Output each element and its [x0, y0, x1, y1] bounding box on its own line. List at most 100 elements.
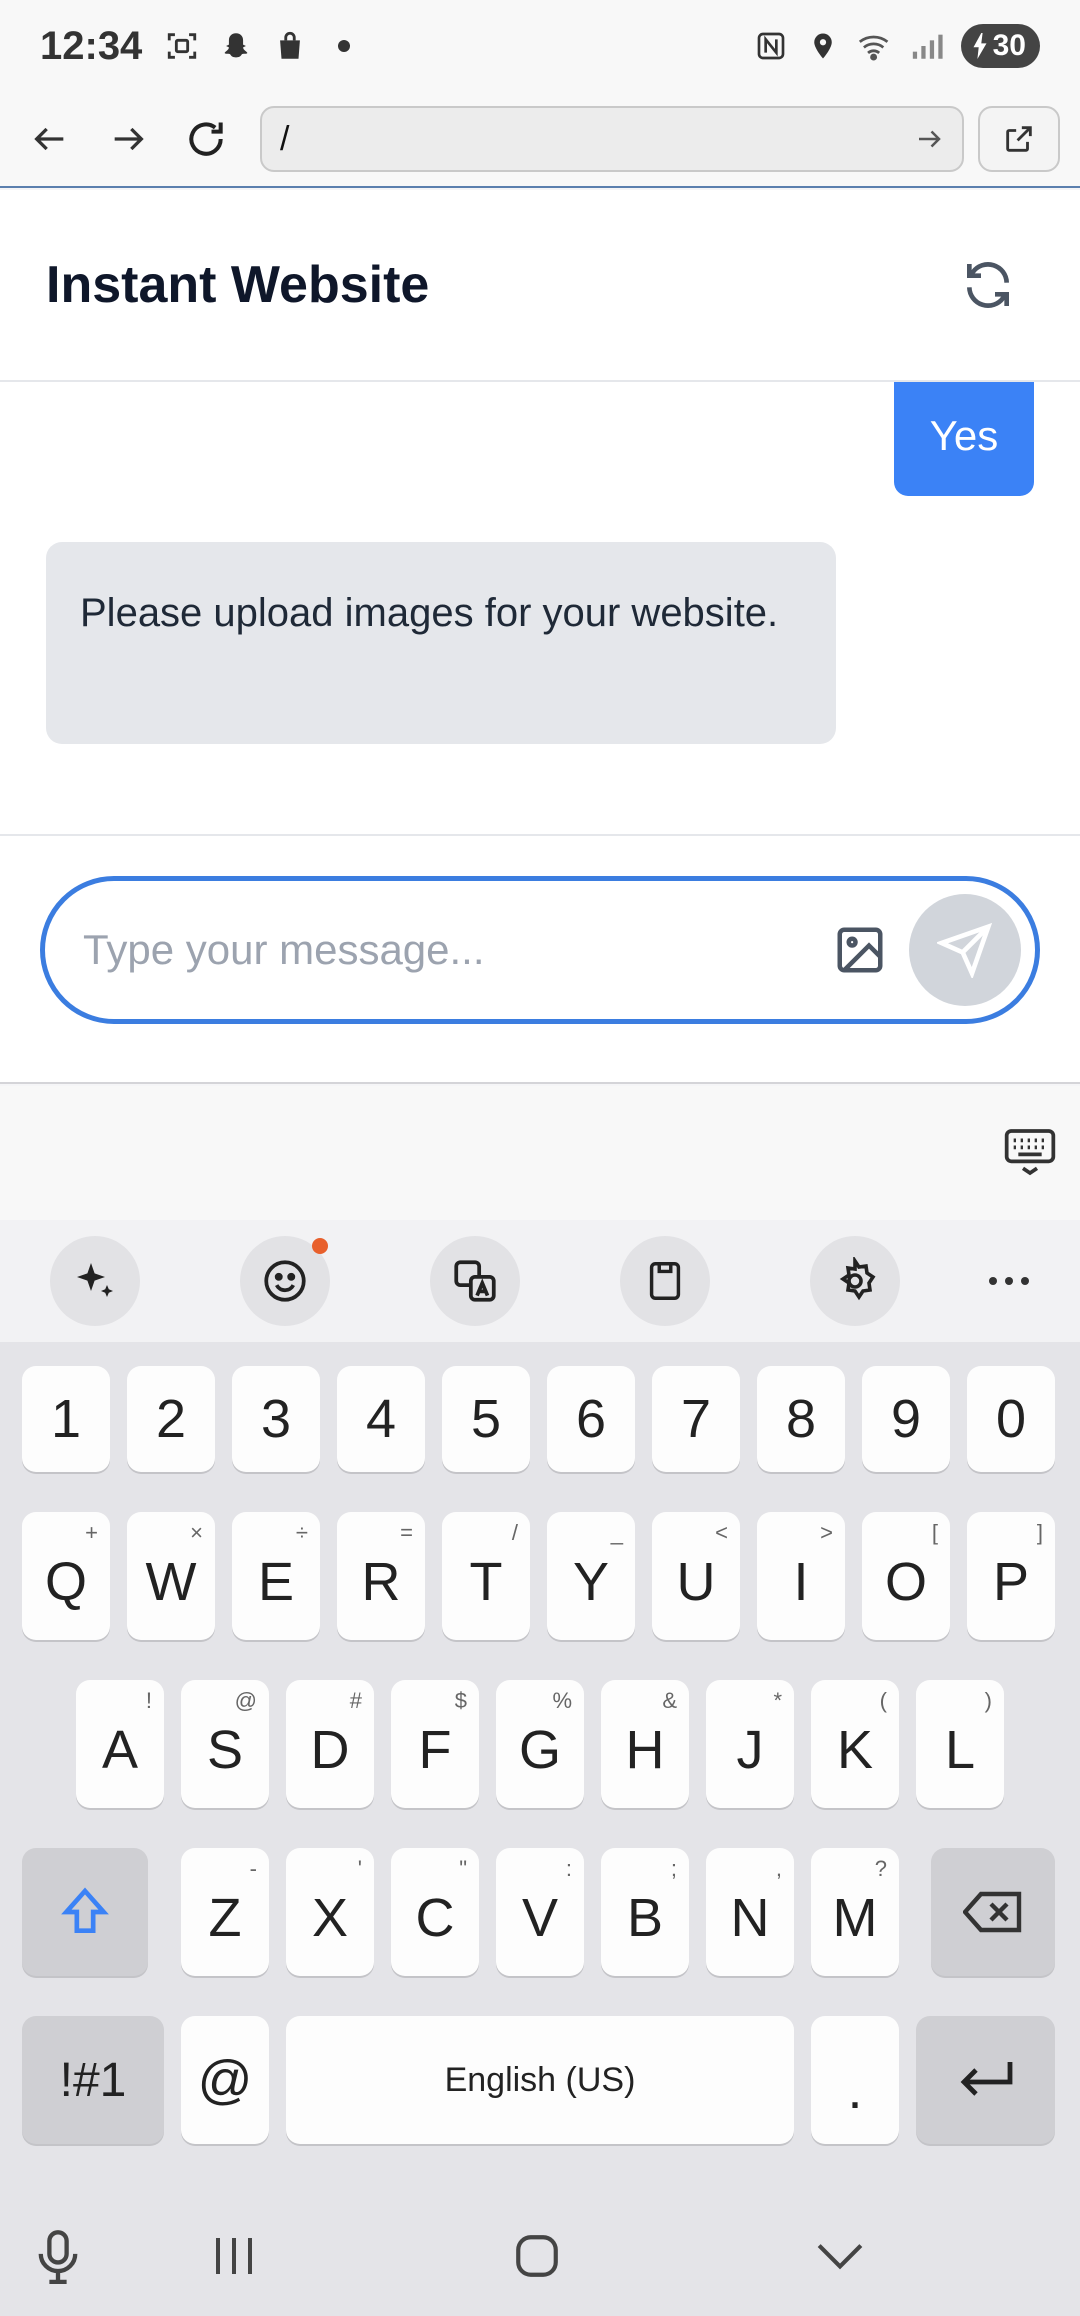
- key-j[interactable]: * J: [706, 1680, 794, 1808]
- settings-button[interactable]: [810, 1236, 900, 1326]
- key-5[interactable]: 5: [442, 1366, 530, 1472]
- key-m[interactable]: ? M: [811, 1848, 899, 1976]
- page-title: Instant Website: [46, 256, 430, 314]
- keyboard-hide-icon: [1004, 1129, 1056, 1176]
- nfc-icon: [753, 28, 789, 64]
- send-icon: [937, 922, 993, 978]
- symbols-key[interactable]: !#1: [22, 2016, 164, 2144]
- browser-toolbar: /: [0, 92, 1080, 188]
- forward-button[interactable]: [98, 109, 158, 169]
- key-r[interactable]: = R: [337, 1512, 425, 1640]
- key-z[interactable]: -Z: [181, 1848, 269, 1976]
- refresh-button[interactable]: [952, 249, 1024, 321]
- reload-icon: [189, 122, 223, 156]
- message-input[interactable]: Type your message...: [40, 876, 1040, 1024]
- signal-icon: [909, 28, 945, 64]
- key-p[interactable]: ] P: [967, 1512, 1055, 1640]
- key-7[interactable]: 7: [652, 1366, 740, 1472]
- location-icon: [805, 28, 841, 64]
- key-n[interactable]: ,N: [706, 1848, 794, 1976]
- emoji-button[interactable]: [240, 1236, 330, 1326]
- translate-icon: [454, 1260, 496, 1302]
- key-k[interactable]: (K: [811, 1680, 899, 1808]
- space-key[interactable]: English (US): [286, 2016, 794, 2144]
- voice-input-button[interactable]: [26, 2224, 90, 2288]
- app-header: Instant Website: [0, 190, 1080, 382]
- external-link-icon: [1006, 126, 1032, 152]
- status-time: 12:34: [40, 23, 143, 68]
- shift-icon: [61, 1887, 109, 1933]
- home-icon: [516, 2235, 558, 2277]
- key-6[interactable]: 6: [547, 1366, 635, 1472]
- key-9[interactable]: 9: [862, 1366, 950, 1472]
- key-l[interactable]: ) L: [916, 1680, 1004, 1808]
- key-f[interactable]: $ F: [391, 1680, 479, 1808]
- recent-apps-icon: [216, 2238, 252, 2274]
- key-g[interactable]: % G: [496, 1680, 584, 1808]
- url-field[interactable]: /: [260, 106, 964, 172]
- key-h[interactable]: & H: [601, 1680, 689, 1808]
- enter-key[interactable]: [916, 2016, 1055, 2144]
- keyboard-hide-button[interactable]: [1002, 1124, 1058, 1180]
- at-key[interactable]: @: [181, 2016, 269, 2144]
- key-d[interactable]: # D: [286, 1680, 374, 1808]
- notification-icons: [164, 28, 362, 64]
- gear-icon: [839, 1257, 876, 1301]
- open-external-button[interactable]: [978, 106, 1060, 172]
- go-arrow-icon[interactable]: [914, 124, 944, 154]
- arrow-right-icon: [114, 127, 144, 151]
- key-o[interactable]: [O: [862, 1512, 950, 1640]
- translate-button[interactable]: [430, 1236, 520, 1326]
- key-u[interactable]: < U: [652, 1512, 740, 1640]
- recent-apps-button[interactable]: [202, 2224, 266, 2288]
- clipboard-icon: [649, 1262, 681, 1300]
- home-button[interactable]: [505, 2224, 569, 2288]
- key-b[interactable]: ; B: [601, 1848, 689, 1976]
- key-2[interactable]: 2: [127, 1366, 215, 1472]
- key-s[interactable]: @ S: [181, 1680, 269, 1808]
- key-4[interactable]: 4: [337, 1366, 425, 1472]
- ai-tools-button[interactable]: [50, 1236, 140, 1326]
- reload-button[interactable]: [176, 109, 236, 169]
- key-a[interactable]: ! A: [76, 1680, 164, 1808]
- chevron-down-icon: [817, 2244, 863, 2270]
- key-q[interactable]: + Q: [22, 1512, 110, 1640]
- emoji-icon: [264, 1260, 306, 1302]
- hide-keyboard-button[interactable]: [808, 2224, 872, 2288]
- keyboard: 1 2 3 4 5 6 7 8 9 0 + Q × W ÷ E = R / T _ Y < U…: [0, 1220, 1080, 2316]
- back-button[interactable]: [20, 109, 80, 169]
- key-t[interactable]: / T: [442, 1512, 530, 1640]
- period-key[interactable]: .: [811, 2016, 899, 2144]
- key-8[interactable]: 8: [757, 1366, 845, 1472]
- shopping-bag-icon: [272, 28, 308, 64]
- key-y[interactable]: _ Y: [547, 1512, 635, 1640]
- chat-messages: Yes Please upload images for your websit…: [0, 382, 1080, 836]
- battery-level: 30: [992, 29, 1026, 62]
- key-i[interactable]: > I: [757, 1512, 845, 1640]
- status-bar: 12:34 30: [0, 0, 1080, 92]
- key-e[interactable]: ÷ E: [232, 1512, 320, 1640]
- image-icon: [837, 927, 883, 973]
- backspace-key[interactable]: [931, 1848, 1055, 1976]
- more-options-button[interactable]: [964, 1236, 1054, 1326]
- key-v[interactable]: :V: [496, 1848, 584, 1976]
- snapchat-icon: [218, 28, 254, 64]
- key-0[interactable]: 0: [967, 1366, 1055, 1472]
- key-c[interactable]: " C: [391, 1848, 479, 1976]
- battery-indicator: 30: [960, 24, 1040, 68]
- notification-dot: [312, 1238, 328, 1254]
- key-x[interactable]: ' X: [286, 1848, 374, 1976]
- clipboard-button[interactable]: [620, 1236, 710, 1326]
- send-button[interactable]: [909, 894, 1021, 1006]
- key-1[interactable]: 1: [22, 1366, 110, 1472]
- assistant-message-bubble: Please upload images for your website.: [46, 542, 836, 744]
- shift-key[interactable]: [22, 1848, 148, 1976]
- upload-image-button[interactable]: [831, 921, 889, 979]
- key-w[interactable]: × W: [127, 1512, 215, 1640]
- keyboard-hide-strip: [0, 1086, 1080, 1220]
- key-3[interactable]: 3: [232, 1366, 320, 1472]
- refresh-icon: [967, 262, 1009, 308]
- composer: Type your message...: [0, 836, 1080, 1084]
- dot-icon: [326, 28, 362, 64]
- sparkle-icon: [77, 1263, 113, 1297]
